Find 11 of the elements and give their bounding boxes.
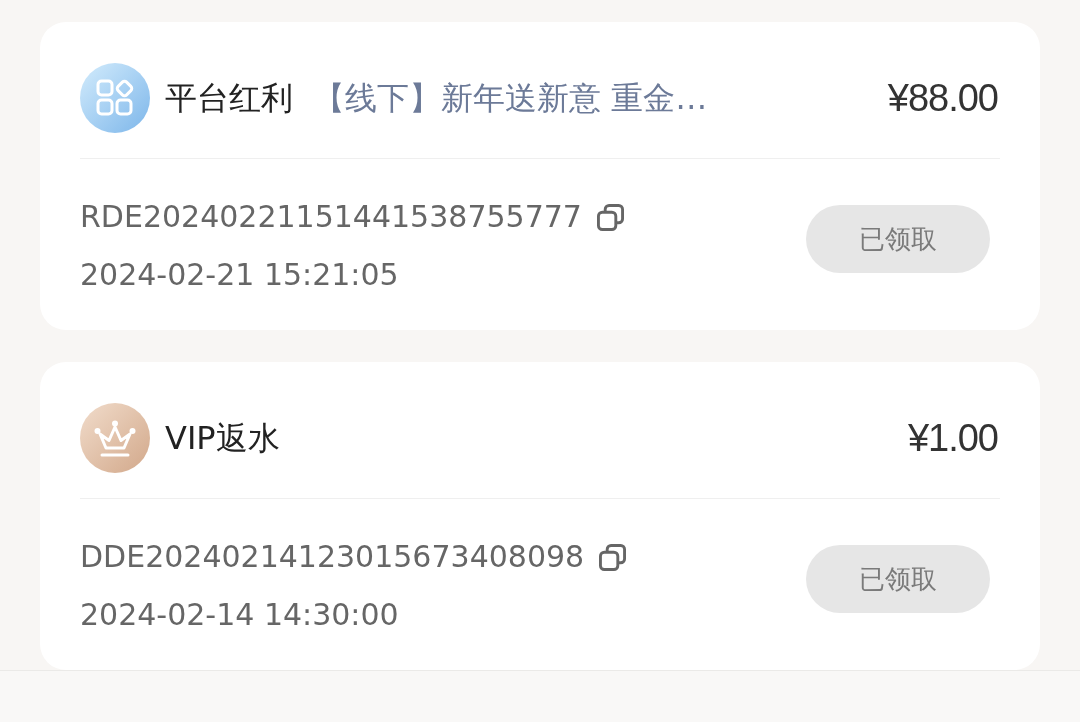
copy-icon[interactable] [596,203,624,231]
order-number: DDE20240214123015673408098 [80,538,585,576]
record-time: 2024-02-21 15:21:05 [80,256,399,294]
record-title: VIP返水 [165,418,280,458]
record-subtitle: 【线下】新年送新意 重金… [313,78,708,118]
amount-text: ¥88.00 [887,76,998,120]
record-time: 2024-02-14 14:30:00 [80,596,399,634]
amount-text: ¥1.00 [907,416,998,460]
order-number: RDE20240221151441538755777 [80,198,582,236]
record-title: 平台红利 [165,78,293,118]
copy-icon[interactable] [599,543,627,571]
